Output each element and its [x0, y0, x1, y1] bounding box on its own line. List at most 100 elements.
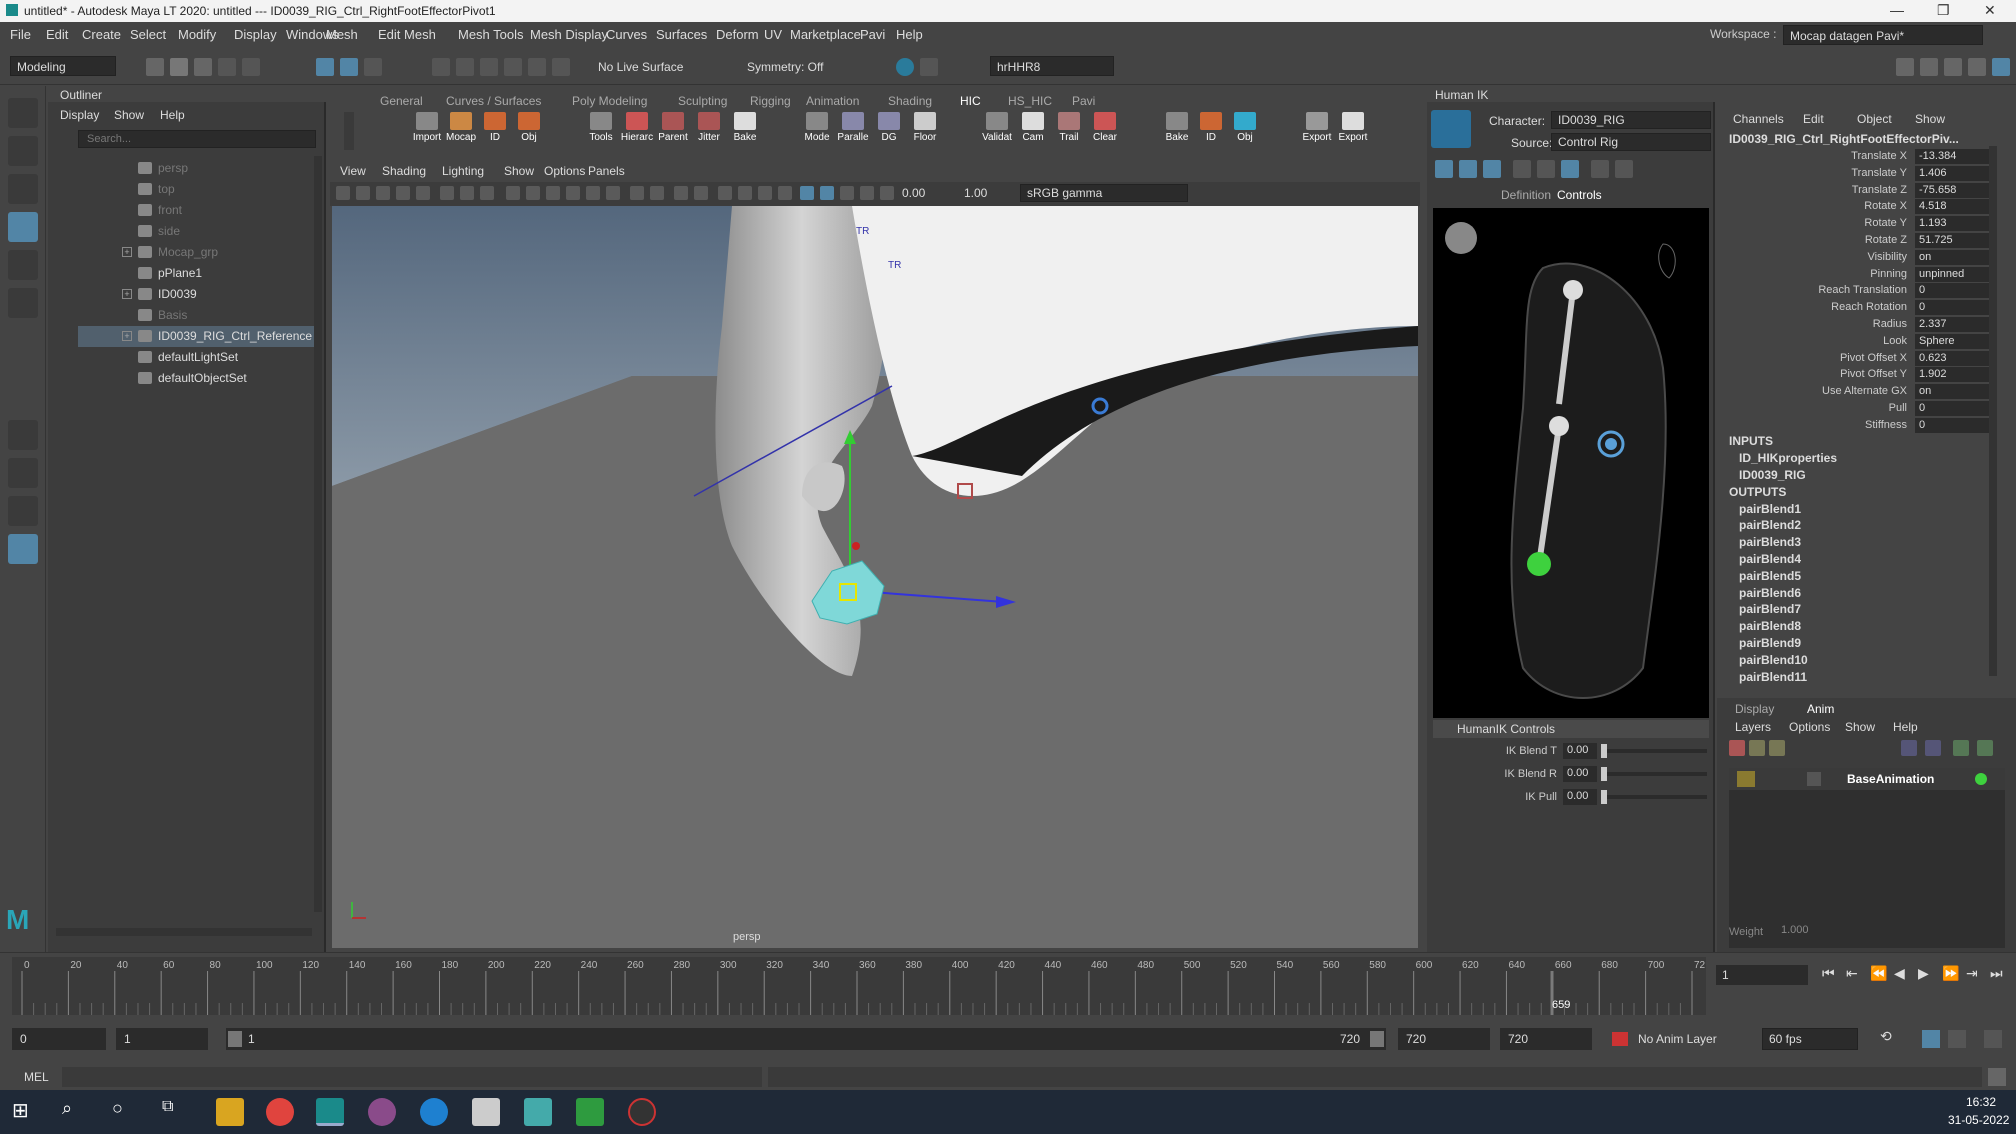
viewport-field-2[interactable]: 1.00: [964, 186, 987, 200]
viewport-tool-icon[interactable]: [336, 186, 350, 200]
step-back-key-icon[interactable]: ⇤: [1846, 965, 1858, 982]
hik-full-body-icon[interactable]: [1435, 160, 1453, 178]
input-node[interactable]: ID_HIKproperties: [1739, 451, 1837, 465]
snap-surface-icon[interactable]: [528, 58, 546, 76]
desktop-app-icon[interactable]: [472, 1098, 500, 1126]
layout-icon[interactable]: [1992, 58, 2010, 76]
menu-mesh-tools[interactable]: Mesh Tools: [458, 27, 524, 42]
animation-end-field[interactable]: 720: [1500, 1028, 1592, 1050]
outliner-item[interactable]: + ID0039_RIG_Ctrl_Reference: [78, 326, 320, 347]
shelf-button-export[interactable]: Export: [1338, 112, 1368, 150]
attribute-editor-icon[interactable]: [1920, 58, 1938, 76]
viewport-tool-icon[interactable]: [800, 186, 814, 200]
channel-row[interactable]: Pull 0: [1727, 400, 2011, 417]
shelf-button-cam[interactable]: Cam: [1018, 112, 1048, 150]
hik-ankle-effector[interactable]: [1527, 552, 1551, 576]
3d-scene[interactable]: TR TR persp: [332, 206, 1418, 948]
channel-row[interactable]: Rotate Y 1.193: [1727, 215, 2011, 232]
range-slider-right-handle[interactable]: [1370, 1031, 1384, 1047]
output-node[interactable]: pairBlend11: [1739, 670, 1807, 684]
viewport-tool-icon[interactable]: [880, 186, 894, 200]
menu-create[interactable]: Create: [82, 27, 121, 42]
channel-menu-object[interactable]: Object: [1857, 112, 1892, 126]
user-dropdown[interactable]: hrHHR8: [990, 56, 1114, 76]
shelf-button-mode[interactable]: Mode: [802, 112, 832, 150]
channel-row[interactable]: Translate X -13.384: [1727, 148, 2011, 165]
hik-tab-controls[interactable]: Controls: [1557, 188, 1602, 202]
shelf-tab-shading[interactable]: Shading: [878, 92, 942, 110]
menu-marketplace[interactable]: Marketplace: [790, 27, 861, 42]
channel-menu-edit[interactable]: Edit: [1803, 112, 1824, 126]
viewport-field-1[interactable]: 0.00: [902, 186, 925, 200]
channel-attr-name[interactable]: Rotate Y: [1864, 217, 1907, 229]
anim-layer-label[interactable]: No Anim Layer: [1638, 1032, 1717, 1046]
menu-pavi[interactable]: Pavi: [860, 27, 885, 42]
hik-foot-diagram[interactable]: [1433, 208, 1709, 718]
channel-row[interactable]: Translate Z -75.658: [1727, 182, 2011, 199]
hik-selection-icon[interactable]: [1483, 160, 1501, 178]
channel-attr-name[interactable]: Translate Y: [1851, 167, 1907, 179]
viewport-menu-panels[interactable]: Panels: [588, 164, 625, 178]
viewport-tool-icon[interactable]: [820, 186, 834, 200]
menu-surfaces[interactable]: Surfaces: [656, 27, 707, 42]
expand-icon[interactable]: +: [122, 247, 132, 257]
channel-attr-value[interactable]: 51.725: [1915, 233, 1995, 248]
shelf-tab-rigging[interactable]: Rigging: [740, 92, 801, 110]
menu-mesh-display[interactable]: Mesh Display: [530, 27, 608, 42]
layer-tab-display[interactable]: Display: [1735, 702, 1774, 716]
channel-attr-value[interactable]: 0: [1915, 401, 1995, 416]
time-slider[interactable]: 0 20 40 60 80 100 120 140 160 180 200 220 240 260 280 3…: [0, 952, 2016, 1022]
snap-grid-icon[interactable]: [432, 58, 450, 76]
channel-row[interactable]: Use Alternate GX on: [1727, 383, 2011, 400]
shelf-button-paralle[interactable]: Paralle: [837, 112, 869, 150]
hik-mirror-icon[interactable]: [1591, 160, 1609, 178]
viewport-tool-icon[interactable]: [566, 186, 580, 200]
shelf-button-mocap[interactable]: Mocap: [446, 112, 476, 150]
outliner-item[interactable]: persp: [78, 158, 320, 179]
outliner-item[interactable]: top: [78, 179, 320, 200]
menu-curves[interactable]: Curves: [606, 27, 647, 42]
layer-lock-icon[interactable]: [1737, 771, 1755, 787]
shelf-button-dg[interactable]: DG: [874, 112, 904, 150]
outliner-horizontal-scrollbar[interactable]: [56, 928, 312, 936]
shelf-tab-animation[interactable]: Animation: [796, 92, 869, 110]
go-to-start-icon[interactable]: ⏮: [1822, 965, 1835, 982]
layer-key-icon[interactable]: [1977, 740, 1993, 756]
hik-tab-definition[interactable]: Definition: [1501, 188, 1551, 202]
redo-icon[interactable]: [242, 58, 260, 76]
step-forward-frame-icon[interactable]: ⏩: [1942, 965, 1959, 982]
channel-attr-name[interactable]: Pivot Offset Y: [1840, 368, 1907, 380]
viewport-tool-icon[interactable]: [586, 186, 600, 200]
input-node[interactable]: ID0039_RIG: [1739, 468, 1806, 482]
sound-icon[interactable]: [1922, 1030, 1940, 1048]
symmetry-label[interactable]: Symmetry: Off: [747, 60, 823, 74]
channel-row[interactable]: Pivot Offset X 0.623: [1727, 350, 2011, 367]
menu-display[interactable]: Display: [234, 27, 277, 42]
channel-attr-value[interactable]: 0: [1915, 417, 1995, 433]
shelf-tab-pavi[interactable]: Pavi: [1062, 92, 1105, 110]
taskbar-date[interactable]: 31-05-2022: [1948, 1113, 2009, 1127]
channel-row[interactable]: Rotate Z 51.725: [1727, 232, 2011, 249]
hik-slider-track[interactable]: [1601, 767, 1707, 781]
channel-attr-name[interactable]: Pull: [1889, 402, 1907, 414]
viewport-tool-icon[interactable]: [546, 186, 560, 200]
channel-attr-name[interactable]: Stiffness: [1865, 419, 1907, 431]
viewport-tool-icon[interactable]: [758, 186, 772, 200]
search-icon[interactable]: ⌕: [62, 1098, 90, 1126]
viewport-tool-icon[interactable]: [694, 186, 708, 200]
spreadsheet-app-icon[interactable]: [576, 1098, 604, 1126]
viewport-menu-shading[interactable]: Shading: [382, 164, 426, 178]
shelf-button-validat[interactable]: Validat: [982, 112, 1012, 150]
hik-slider-handle[interactable]: [1601, 767, 1607, 781]
weight-value[interactable]: 1.000: [1781, 924, 1809, 936]
output-node[interactable]: pairBlend4: [1739, 552, 1801, 566]
ipr-icon[interactable]: [920, 58, 938, 76]
shelf-tab-sculpting[interactable]: Sculpting: [668, 92, 737, 110]
viewport-menu-show[interactable]: Show: [504, 164, 534, 178]
two-pane-layout-icon[interactable]: [8, 496, 38, 526]
layer-name[interactable]: BaseAnimation: [1847, 772, 1934, 786]
render-icon[interactable]: [896, 58, 914, 76]
layer-row[interactable]: BaseAnimation: [1729, 768, 2005, 790]
layer-zero-key-icon[interactable]: [1953, 740, 1969, 756]
colorspace-dropdown[interactable]: sRGB gamma: [1020, 184, 1188, 202]
